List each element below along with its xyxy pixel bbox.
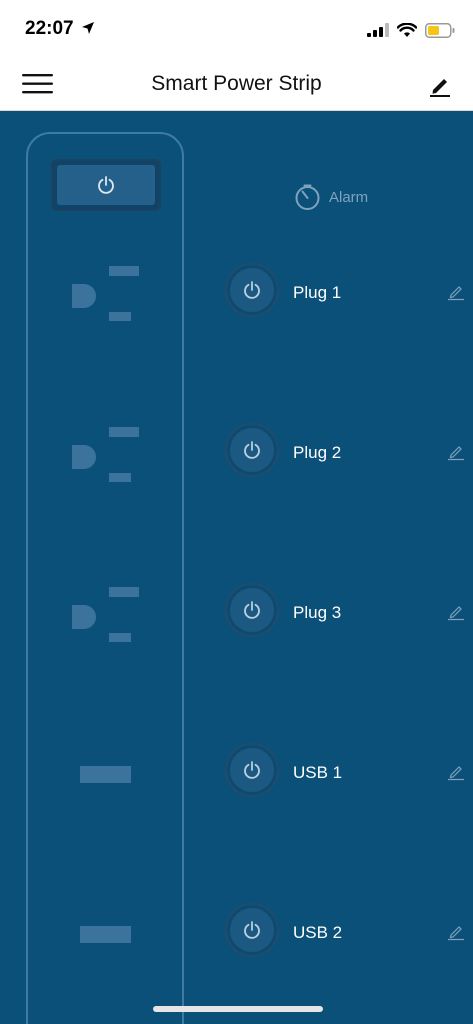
plug-2-rename-button[interactable] [447, 443, 465, 461]
power-icon [244, 281, 260, 299]
master-power-face [57, 165, 155, 205]
power-icon [244, 441, 260, 459]
wifi-icon [397, 22, 417, 37]
plug-2-power-button[interactable] [225, 423, 279, 477]
power-icon [244, 601, 260, 619]
plug-1-label: Plug 1 [293, 283, 342, 302]
power-icon [244, 761, 260, 779]
pencil-icon [448, 446, 464, 461]
usb-socket-icon [80, 926, 131, 943]
pencil-icon [448, 926, 464, 941]
plug-3-power-button[interactable] [225, 583, 279, 637]
status-bar: 22:07 [0, 0, 473, 58]
timer-icon [295, 184, 320, 210]
usb-2-label: USB 2 [293, 923, 343, 942]
page-title: Smart Power Strip [151, 72, 322, 95]
plug-1-rename-button[interactable] [447, 283, 465, 301]
plug-socket-icon [72, 427, 139, 482]
power-button-ring [230, 588, 274, 632]
pencil-icon [448, 766, 464, 781]
status-time-text: 22:07 [25, 18, 74, 39]
plug-3-rename-button[interactable] [447, 603, 465, 621]
cellular-signal-icon [367, 23, 389, 37]
location-arrow-icon [81, 22, 94, 34]
usb-2-rename-button[interactable] [447, 923, 465, 941]
master-power-button[interactable] [51, 159, 161, 211]
status-icons [367, 20, 455, 40]
socket-usb-2 [80, 926, 132, 949]
alarm-button[interactable]: Alarm [294, 184, 368, 211]
usb-1-label: USB 1 [293, 763, 343, 782]
app-header: Smart Power Strip [0, 58, 473, 111]
plug-1-power-button[interactable] [225, 263, 279, 317]
power-icon [98, 176, 114, 194]
power-button-ring [230, 908, 274, 952]
edit-button[interactable] [427, 72, 453, 98]
usb-socket-icon [80, 766, 131, 783]
socket-plug-2 [72, 427, 140, 488]
plug-socket-icon [72, 587, 139, 642]
plug-socket-icon [72, 266, 139, 321]
status-time: 22:07 [25, 18, 95, 40]
plug-3-label: Plug 3 [293, 603, 342, 622]
power-button-ring [230, 748, 274, 792]
power-button-ring [230, 268, 274, 312]
usb-1-rename-button[interactable] [447, 763, 465, 781]
pencil-icon [430, 79, 450, 97]
socket-usb-1 [80, 766, 132, 789]
pencil-icon [448, 606, 464, 621]
plug-2-label: Plug 2 [293, 443, 342, 462]
main-panel: Alarm Plug 1 Plug 2 Plug 3 USB 1 USB 2 [0, 111, 473, 1024]
battery-icon [425, 22, 455, 38]
power-icon [244, 921, 260, 939]
usb-1-power-button[interactable] [225, 743, 279, 797]
power-button-ring [230, 428, 274, 472]
usb-2-power-button[interactable] [225, 903, 279, 957]
socket-plug-1 [72, 266, 140, 327]
pencil-icon [448, 286, 464, 301]
alarm-label: Alarm [329, 189, 369, 206]
home-indicator[interactable] [153, 1006, 323, 1012]
socket-plug-3 [72, 587, 140, 648]
